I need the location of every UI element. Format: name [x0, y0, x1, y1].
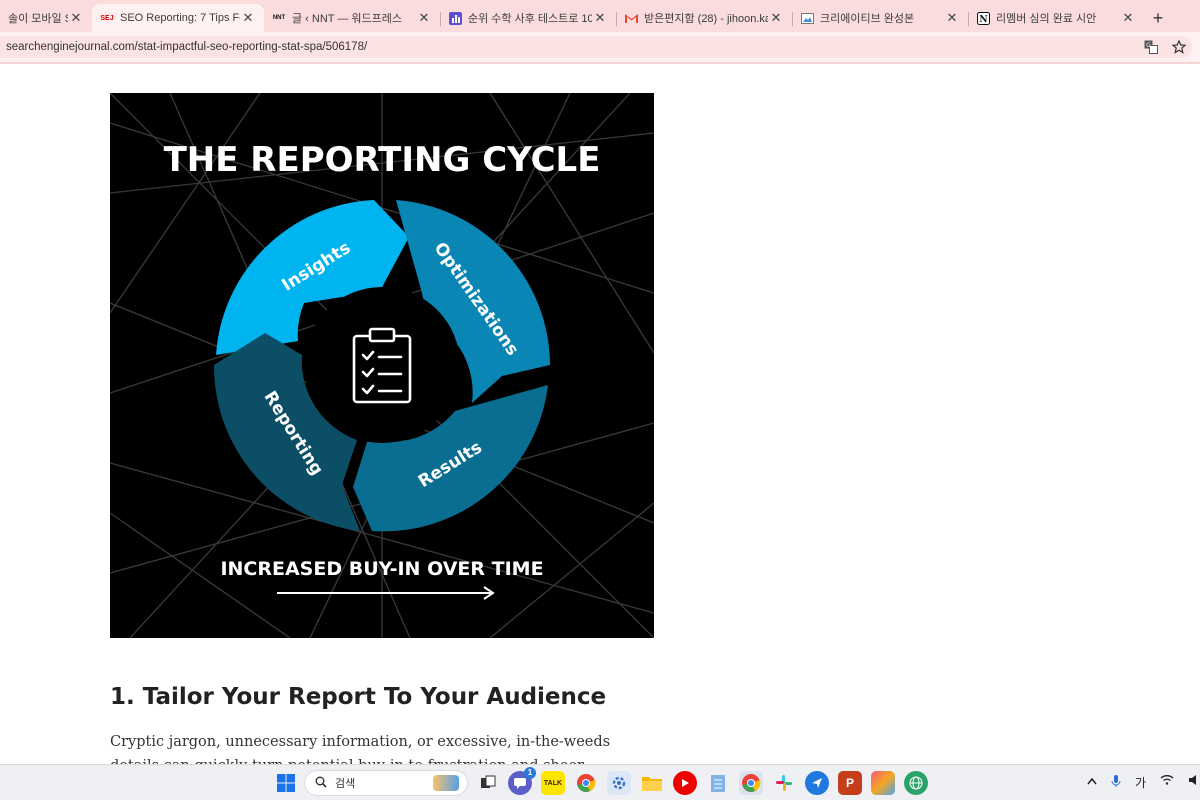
tab-title: 글 ‹ NNT — 워드프레스	[292, 13, 403, 25]
wifi-icon[interactable]	[1160, 774, 1174, 791]
new-tab-button[interactable]: +	[1144, 4, 1172, 32]
tab-0[interactable]: 솔이 모바일 SE ✕	[0, 4, 92, 32]
image-icon	[800, 11, 814, 25]
bookmark-star-icon[interactable]	[1171, 39, 1187, 57]
sej-icon: SEJ	[100, 14, 114, 22]
chat-icon[interactable]: 1	[508, 767, 536, 795]
globe-app-icon[interactable]	[904, 771, 928, 795]
chevron-up-icon[interactable]	[1087, 774, 1097, 791]
search-highlight-icon	[433, 775, 459, 791]
microphone-icon[interactable]	[1111, 774, 1121, 791]
close-icon[interactable]: ✕	[768, 10, 784, 26]
tab-strip: 솔이 모바일 SE ✕ SEJ SEO Reporting: 7 Tips Fo…	[0, 0, 1200, 32]
tab-title: 받은편지함 (28) - jihoon.kang	[644, 13, 768, 25]
send-app-icon[interactable]	[805, 771, 829, 795]
article-paragraph: Cryptic jargon, unnecessary information,…	[110, 734, 611, 764]
youtube-music-icon[interactable]	[673, 771, 697, 795]
close-icon[interactable]: ✕	[592, 10, 608, 26]
infographic-title: THE REPORTING CYCLE	[164, 140, 601, 180]
tab-2[interactable]: NNT 글 ‹ NNT — 워드프레스 ✕	[264, 4, 440, 32]
tab-6[interactable]: N 리멤버 심의 완료 시안 ✕	[968, 4, 1144, 32]
svg-text:G: G	[1146, 42, 1151, 49]
svg-text:N: N	[979, 15, 987, 25]
tab-title: 순위 수학 사후 테스트로 100/	[468, 13, 592, 25]
volume-icon[interactable]	[1188, 774, 1200, 791]
slack-icon[interactable]	[772, 771, 796, 795]
close-icon[interactable]: ✕	[944, 10, 960, 26]
windows-start-icon[interactable]	[274, 771, 298, 795]
page-content: Insights Optimizations Results Reporting…	[0, 64, 1200, 764]
nnt-icon: NNT	[272, 15, 286, 21]
reporting-cycle-infographic: Insights Optimizations Results Reporting…	[110, 93, 654, 638]
taskbar-search-input[interactable]: 검색	[304, 770, 468, 796]
photos-icon[interactable]	[871, 771, 895, 795]
tab-4[interactable]: 받은편지함 (28) - jihoon.kang ✕	[616, 4, 792, 32]
address-bar: searchenginejournal.com/stat-impactful-s…	[0, 32, 1200, 62]
notepad-icon[interactable]	[706, 771, 730, 795]
chart-icon	[448, 11, 462, 25]
settings-gear-icon[interactable]	[607, 771, 631, 795]
kakaotalk-icon[interactable]: TALK	[541, 771, 565, 795]
tab-title: 솔이 모바일 SE	[8, 13, 68, 25]
search-icon	[315, 776, 327, 791]
tab-3[interactable]: 순위 수학 사후 테스트로 100/ ✕	[440, 4, 616, 32]
center-circle	[304, 287, 460, 443]
chrome-active-icon[interactable]	[739, 771, 763, 795]
infographic-graphic: Insights Optimizations Results Reporting…	[110, 93, 654, 638]
tab-5[interactable]: 크리에이티브 완성본 ✕	[792, 4, 968, 32]
close-icon[interactable]: ✕	[240, 10, 256, 26]
close-icon[interactable]: ✕	[68, 10, 84, 26]
tab-title: 크리에이티브 완성본	[820, 13, 915, 25]
url-field[interactable]: searchenginejournal.com/stat-impactful-s…	[0, 36, 1192, 58]
taskbar: 검색 1 TALK P 가	[0, 764, 1200, 800]
ime-indicator[interactable]: 가	[1135, 774, 1146, 791]
notion-icon: N	[976, 11, 990, 25]
article-heading: 1. Tailor Your Report To Your Audience	[110, 684, 607, 710]
search-placeholder: 검색	[335, 778, 356, 790]
close-icon[interactable]: ✕	[416, 10, 432, 26]
file-explorer-icon[interactable]	[640, 771, 664, 795]
infographic-footer: INCREASED BUY-IN OVER TIME	[220, 558, 543, 580]
task-view-icon[interactable]	[476, 771, 500, 795]
system-tray: 가	[1087, 774, 1200, 791]
notification-badge: 1	[524, 767, 536, 779]
gmail-icon	[624, 11, 638, 25]
tab-1[interactable]: SEJ SEO Reporting: 7 Tips For Effi ✕	[92, 4, 264, 32]
translate-icon[interactable]: G	[1144, 40, 1158, 57]
tab-title: 리멤버 심의 완료 시안	[996, 13, 1097, 25]
chrome-icon[interactable]	[574, 771, 598, 795]
arrow-right-icon	[277, 586, 495, 600]
tab-title: SEO Reporting: 7 Tips For Effi	[120, 12, 240, 24]
close-icon[interactable]: ✕	[1120, 10, 1136, 26]
powerpoint-icon[interactable]: P	[838, 771, 862, 795]
